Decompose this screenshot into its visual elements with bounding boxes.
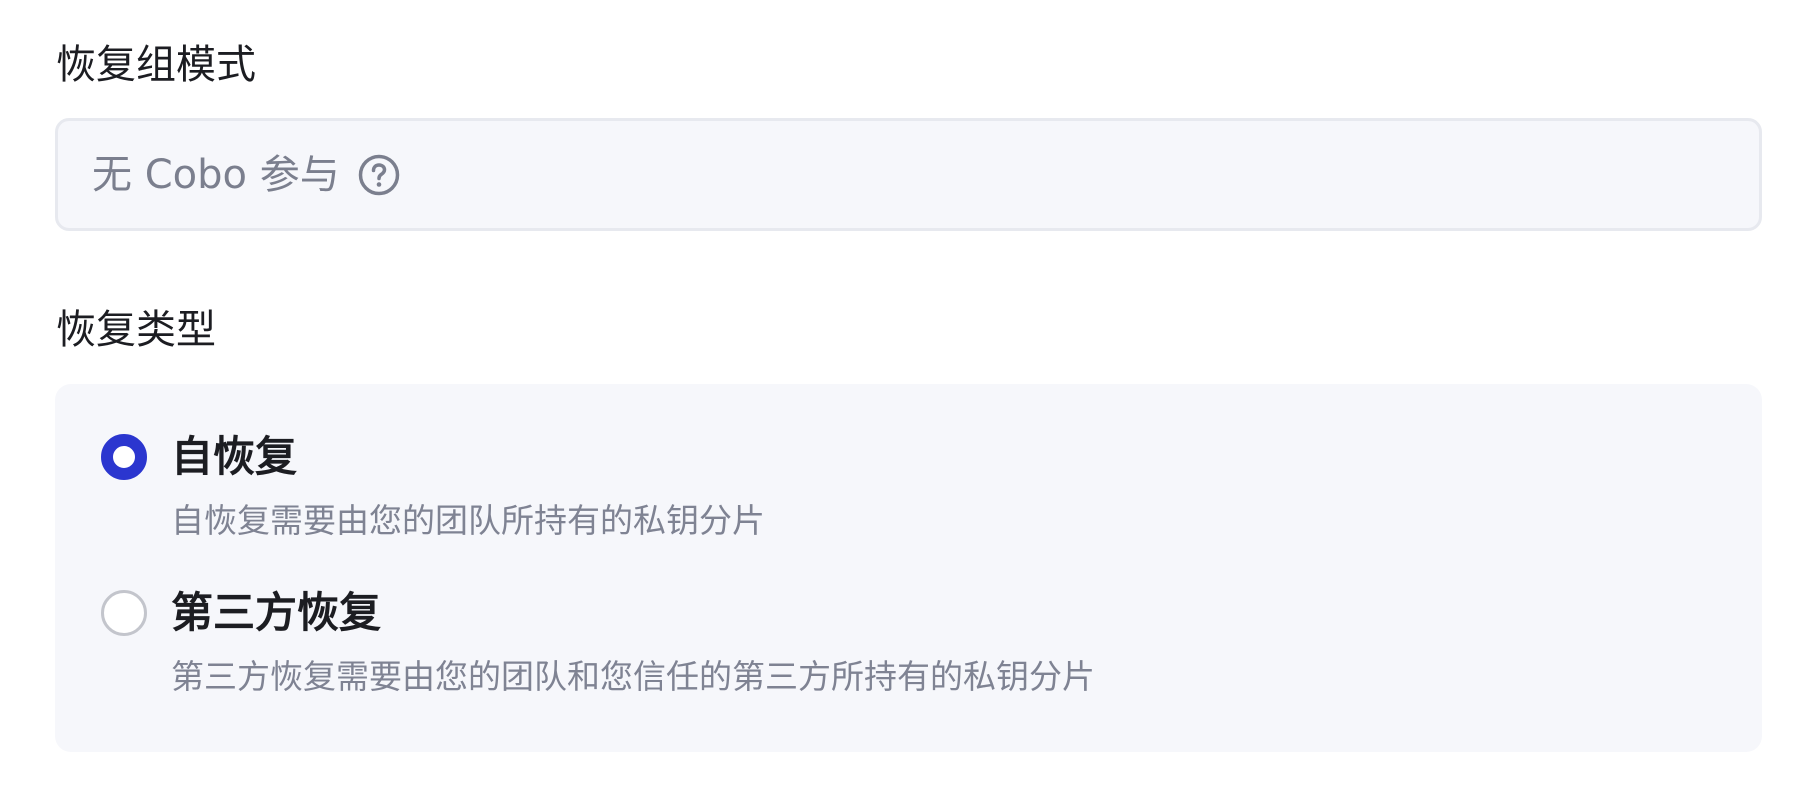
question-circle-icon[interactable] [358, 154, 400, 196]
third-party-recovery-radio[interactable] [101, 590, 147, 636]
third-party-recovery-description: 第三方恢复需要由您的团队和您信任的第三方所持有的私钥分片 [171, 657, 1095, 696]
recovery-mode-value: 无 Cobo 参与 [92, 151, 340, 198]
recovery-type-label: 恢复类型 [56, 307, 216, 353]
self-recovery-title[interactable]: 自恢复 [171, 432, 297, 482]
recovery-mode-field: 无 Cobo 参与 [55, 118, 1762, 231]
third-party-recovery-title[interactable]: 第三方恢复 [171, 588, 381, 638]
recovery-mode-label: 恢复组模式 [56, 42, 256, 88]
self-recovery-description: 自恢复需要由您的团队所持有的私钥分片 [171, 501, 765, 540]
recovery-type-options: 自恢复 自恢复需要由您的团队所持有的私钥分片 第三方恢复 第三方恢复需要由您的团… [55, 384, 1762, 752]
self-recovery-radio[interactable] [101, 434, 147, 480]
